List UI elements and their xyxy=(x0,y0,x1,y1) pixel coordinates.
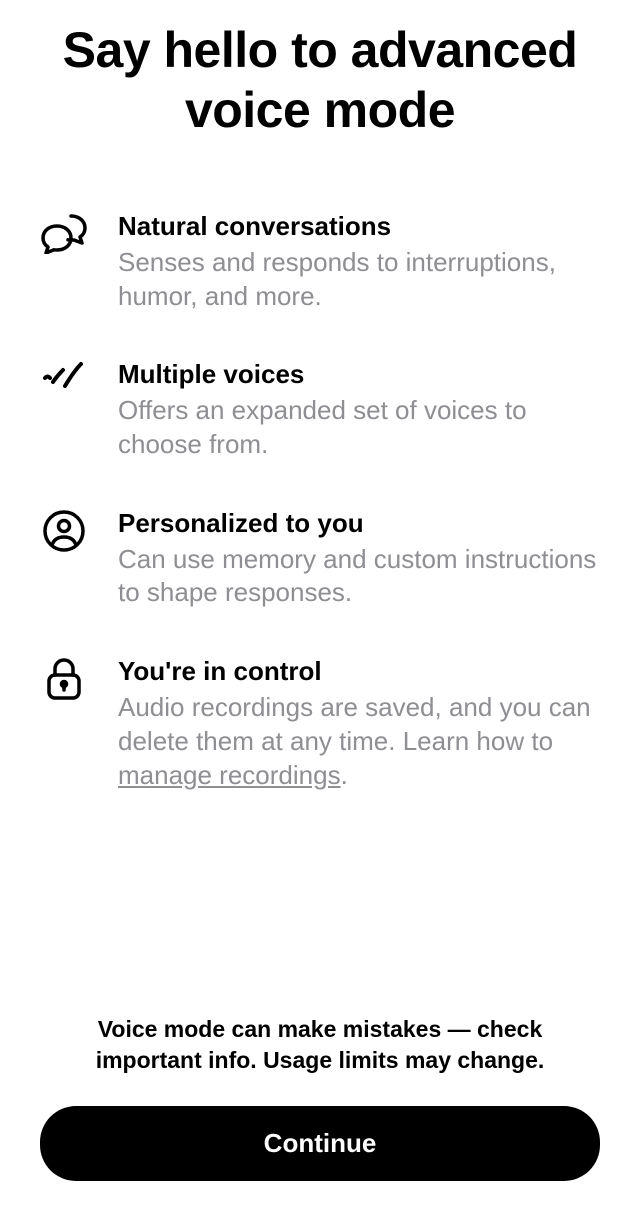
feature-desc-suffix: . xyxy=(341,760,348,790)
manage-recordings-link[interactable]: manage recordings xyxy=(118,760,341,790)
feature-title: Multiple voices xyxy=(118,358,600,392)
feature-desc: Can use memory and custom instructions t… xyxy=(118,543,600,611)
feature-text: Multiple voices Offers an expanded set o… xyxy=(118,358,600,461)
feature-desc: Senses and responds to interruptions, hu… xyxy=(118,246,600,314)
feature-multiple-voices: Multiple voices Offers an expanded set o… xyxy=(40,358,600,461)
chat-bubbles-icon xyxy=(40,212,88,260)
feature-text: You're in control Audio recordings are s… xyxy=(118,655,600,792)
feature-title: Natural conversations xyxy=(118,210,600,244)
feature-personalized: Personalized to you Can use memory and c… xyxy=(40,507,600,610)
continue-button[interactable]: Continue xyxy=(40,1106,600,1181)
lock-icon xyxy=(40,657,88,705)
person-circle-icon xyxy=(40,509,88,557)
disclaimer-text: Voice mode can make mistakes — check imp… xyxy=(40,1014,600,1076)
feature-control: You're in control Audio recordings are s… xyxy=(40,655,600,792)
feature-text: Natural conversations Senses and respond… xyxy=(118,210,600,313)
feature-desc-text: Audio recordings are saved, and you can … xyxy=(118,692,591,756)
feature-title: You're in control xyxy=(118,655,600,689)
features-list: Natural conversations Senses and respond… xyxy=(40,210,600,1014)
feature-desc: Audio recordings are saved, and you can … xyxy=(118,691,600,792)
feature-desc: Offers an expanded set of voices to choo… xyxy=(118,394,600,462)
feature-natural-conversations: Natural conversations Senses and respond… xyxy=(40,210,600,313)
page-title: Say hello to advanced voice mode xyxy=(40,20,600,140)
feature-title: Personalized to you xyxy=(118,507,600,541)
sound-waves-icon xyxy=(40,360,88,408)
feature-text: Personalized to you Can use memory and c… xyxy=(118,507,600,610)
footer: Voice mode can make mistakes — check imp… xyxy=(40,1014,600,1181)
